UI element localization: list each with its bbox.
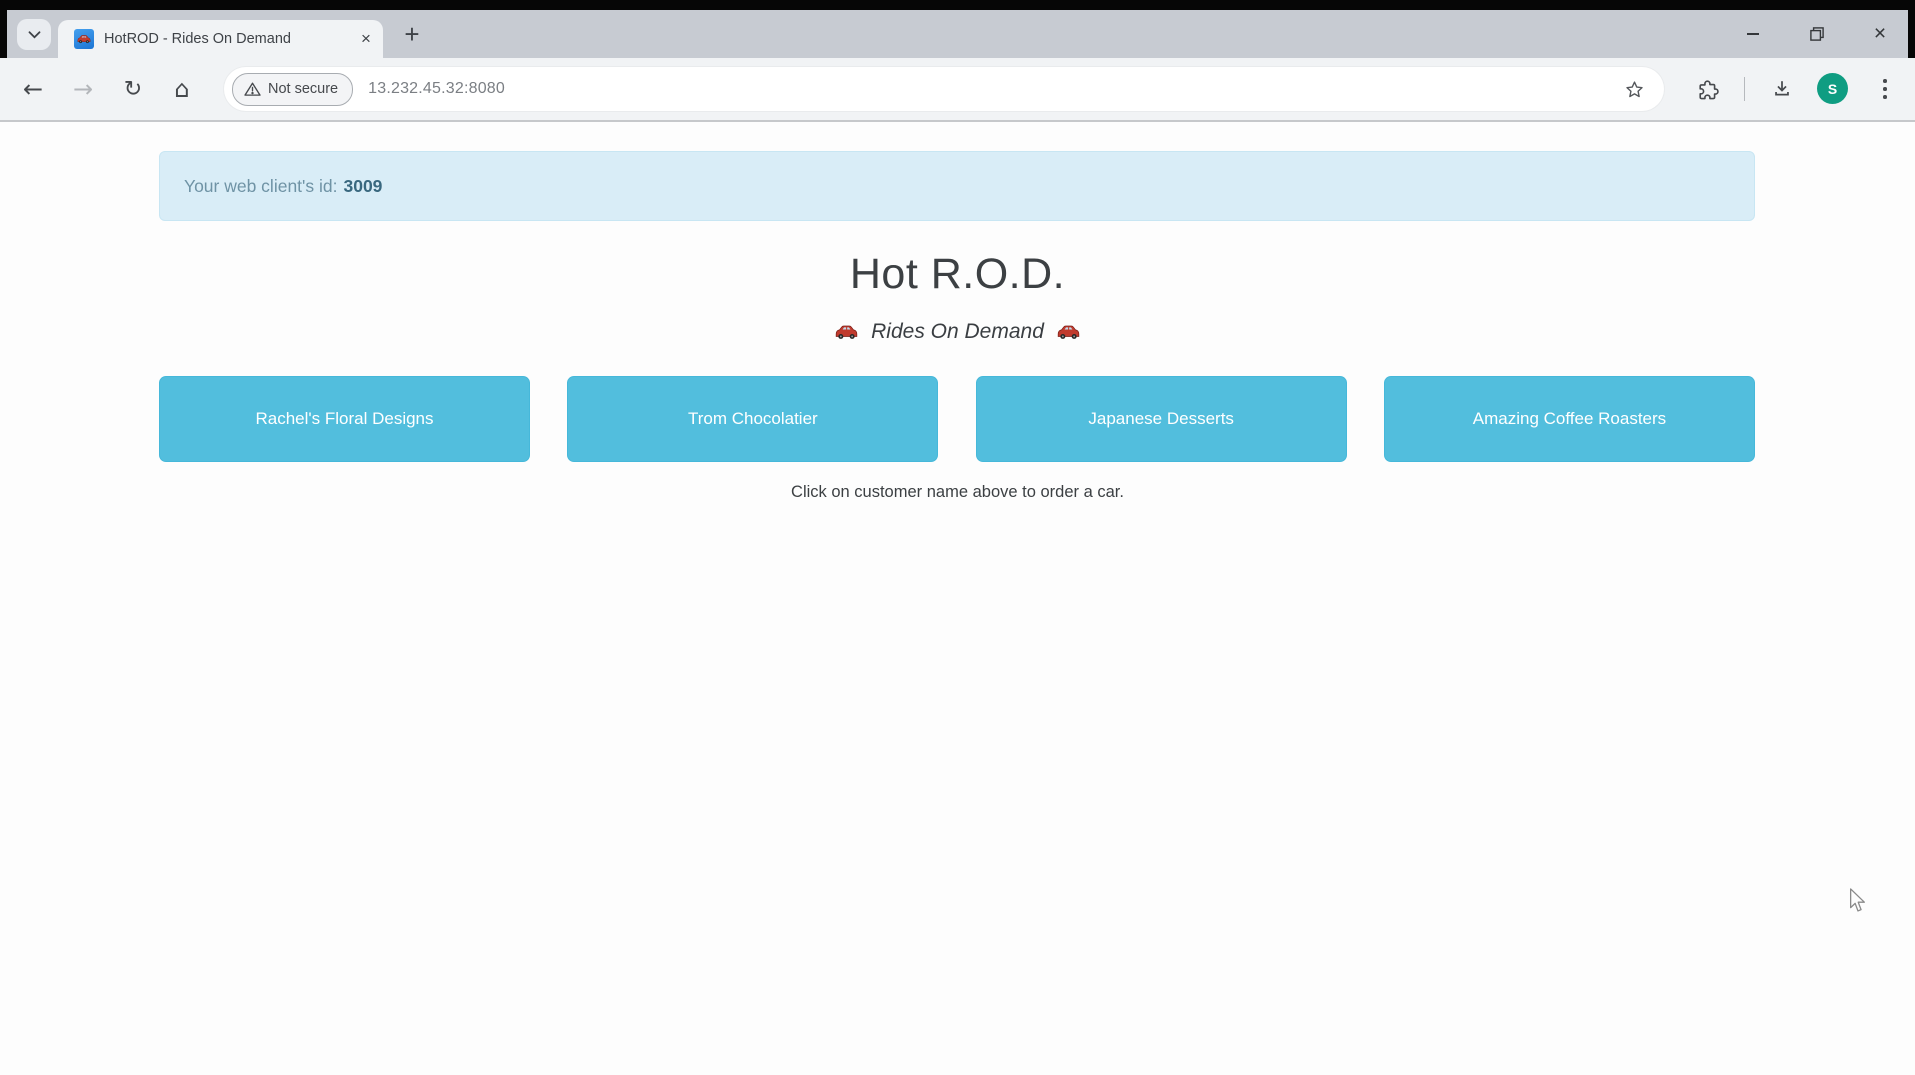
- client-id-value: 3009: [343, 176, 382, 197]
- star-icon: [1624, 79, 1645, 100]
- chevron-down-icon: [28, 31, 41, 39]
- address-bar[interactable]: Not secure 13.232.45.32:8080: [224, 67, 1664, 111]
- customer-button-trom-chocolatier[interactable]: Trom Chocolatier: [567, 376, 938, 462]
- tab-strip: HotROD - Rides On Demand × + ×: [0, 10, 1915, 58]
- desktop-edge-right: [1908, 0, 1915, 58]
- back-button[interactable]: ←: [12, 68, 54, 110]
- customer-button-rachels-floral-designs[interactable]: Rachel's Floral Designs: [159, 376, 530, 462]
- screen: HotROD - Rides On Demand × + × ← → ↻ ⌂ N…: [0, 0, 1915, 1075]
- desktop-edge-left: [0, 0, 7, 58]
- page-title: Hot R.O.D.: [0, 250, 1915, 299]
- close-icon: ×: [1874, 22, 1886, 46]
- tab-search-button[interactable]: [17, 19, 51, 50]
- window-minimize-button[interactable]: [1735, 18, 1771, 50]
- hotrod-favicon: [74, 29, 94, 49]
- page-subtitle: Rides On Demand: [0, 320, 1915, 344]
- bookmark-star-button[interactable]: [1616, 79, 1652, 100]
- toolbar-separator: [1744, 77, 1745, 101]
- desktop-edge-top: [0, 0, 1915, 10]
- minimize-icon: [1747, 33, 1759, 35]
- url-text[interactable]: 13.232.45.32:8080: [368, 80, 505, 98]
- new-tab-button[interactable]: +: [396, 18, 428, 50]
- download-icon: [1771, 78, 1793, 100]
- puzzle-icon: [1696, 78, 1719, 101]
- forward-button[interactable]: →: [62, 68, 104, 110]
- client-id-label: Your web client's id:: [184, 176, 337, 197]
- home-button[interactable]: ⌂: [161, 68, 203, 110]
- browser-toolbar: ← → ↻ ⌂ Not secure 13.232.45.32:8080: [0, 58, 1915, 122]
- home-icon: ⌂: [174, 75, 189, 103]
- warning-triangle-icon: [244, 81, 261, 97]
- not-secure-chip[interactable]: Not secure: [232, 73, 353, 106]
- restore-icon: [1810, 27, 1824, 41]
- not-secure-label: Not secure: [268, 81, 338, 97]
- customer-buttons-row: Rachel's Floral Designs Trom Chocolatier…: [159, 376, 1755, 462]
- browser-tab-hotrod[interactable]: HotROD - Rides On Demand ×: [58, 20, 383, 58]
- window-close-button[interactable]: ×: [1862, 18, 1898, 50]
- kebab-icon: [1883, 79, 1887, 83]
- instruction-caption: Click on customer name above to order a …: [0, 483, 1915, 502]
- mouse-cursor: [1849, 888, 1866, 914]
- car-icon: [76, 34, 92, 44]
- forward-arrow-icon: →: [73, 75, 93, 103]
- tab-close-icon[interactable]: ×: [357, 30, 375, 48]
- profile-avatar[interactable]: S: [1817, 73, 1848, 104]
- page-content: Your web client's id: 3009 Hot R.O.D. Ri…: [0, 122, 1915, 1075]
- browser-menu-button[interactable]: [1867, 71, 1903, 107]
- window-restore-button[interactable]: [1799, 18, 1835, 50]
- downloads-button[interactable]: [1764, 71, 1800, 107]
- car-icon-left: [833, 324, 860, 340]
- reload-icon: ↻: [124, 77, 142, 102]
- car-icon-right: [1055, 324, 1082, 340]
- customer-button-amazing-coffee-roasters[interactable]: Amazing Coffee Roasters: [1384, 376, 1755, 462]
- customer-button-japanese-desserts[interactable]: Japanese Desserts: [976, 376, 1347, 462]
- back-arrow-icon: ←: [23, 75, 43, 103]
- client-id-banner: Your web client's id: 3009: [159, 151, 1755, 221]
- extensions-button[interactable]: [1689, 71, 1725, 107]
- subtitle-text: Rides On Demand: [871, 320, 1044, 344]
- tab-title: HotROD - Rides On Demand: [104, 31, 349, 47]
- reload-button[interactable]: ↻: [112, 68, 154, 110]
